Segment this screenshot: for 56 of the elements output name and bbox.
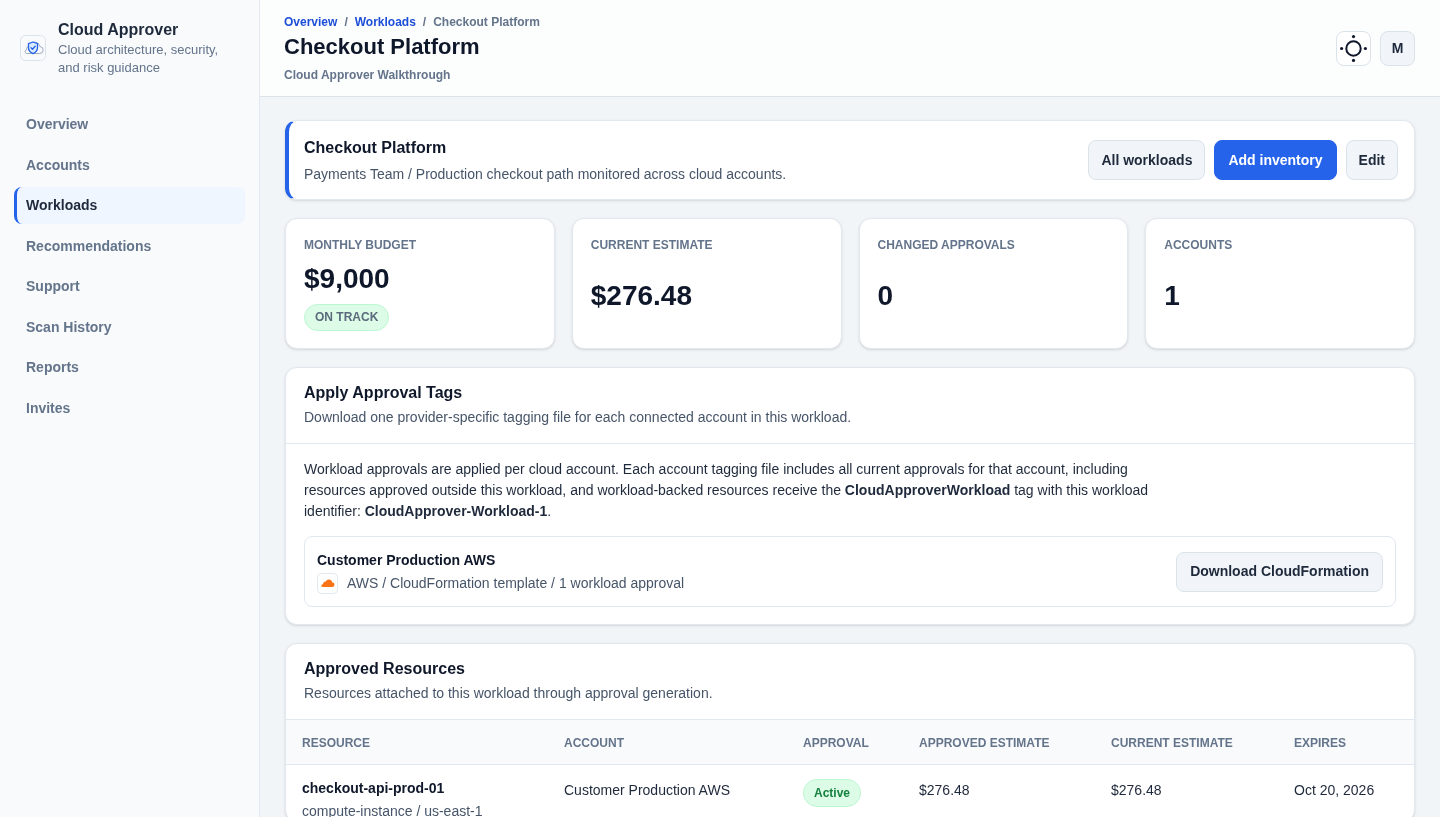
primary-action-button[interactable]: Add inventory [1214,140,1337,180]
account-name: Customer Production AWS [317,550,497,570]
breadcrumb-separator: / [344,13,348,30]
column-header: CURRENT ESTIMATE [1111,735,1233,750]
action-button[interactable]: Edit [1345,140,1398,180]
breadcrumb-link[interactable]: Workloads [354,13,416,30]
panel-description: Download one provider-specific tagging file for each connected account in this workload. [304,408,853,427]
avatar-button[interactable]: M [1380,30,1415,66]
column-header: ACCOUNT [564,735,624,750]
cloud-shield-icon [20,35,46,61]
sidebar-nav-item[interactable]: Support [14,268,245,305]
account-detail: AWS / CloudFormation template / 1 workload approval [347,574,685,593]
stat-value: 1 [1164,278,1180,313]
table-cell: Customer Production AWS [564,781,730,798]
breadcrumb-separator: / [422,13,427,30]
column-header: RESOURCE [302,735,370,750]
sidebar-nav-item[interactable]: Scan History [14,308,245,346]
sidebar-nav-item[interactable]: Workloads [14,187,245,224]
stat-label: CHANGED APPROVALS [877,237,1016,253]
column-header: APPROVAL [803,735,869,750]
page-title: Checkout Platform [284,32,481,61]
sidebar-nav-item[interactable]: Invites [14,389,245,427]
panel-description: Resources attached to this workload through approval generation. [304,684,714,703]
resource-name: checkout-api-prod-01 [302,778,446,798]
stat-label: ACCOUNTS [1164,237,1234,253]
breadcrumb-current: Checkout Platform [433,13,540,30]
action-button[interactable]: All workloads [1088,140,1206,180]
sun-icon [1340,34,1367,62]
stat-value: $9,000 [304,261,390,296]
table-cell: Oct 20, 2026 [1294,781,1375,798]
stat-value: 0 [877,278,894,313]
card-description: Payments Team / Production checkout path monitored across cloud accounts. [304,165,787,184]
stat-label: MONTHLY BUDGET [304,237,417,253]
table-cell: $276.48 [919,781,970,798]
column-header: EXPIRES [1294,735,1347,750]
theme-toggle-button[interactable] [1336,30,1371,66]
status-badge: ON TRACK [304,303,390,331]
card-title: Checkout Platform [304,138,448,158]
download-button[interactable]: Download CloudFormation [1176,551,1383,592]
stat-label: CURRENT ESTIMATE [590,237,714,253]
cloud-icon [317,572,338,594]
sidebar-nav-item[interactable]: Recommendations [14,227,245,265]
sidebar-nav-item[interactable]: Overview [14,106,245,143]
panel-title: Apply Approval Tags [304,383,464,403]
panel-title: Approved Resources [304,659,466,679]
sidebar-nav-item[interactable]: Accounts [14,146,245,184]
brand-title: Cloud Approver [58,20,180,40]
brand-tagline: Cloud architecture, security, and risk guidance [58,41,220,77]
table-cell: $276.48 [1111,781,1162,798]
sidebar-nav-item[interactable]: Reports [14,349,245,386]
stat-value: $276.48 [590,278,692,313]
status-badge: Active [803,778,862,807]
column-header: APPROVED ESTIMATE [919,735,1050,750]
page-subtitle: Cloud Approver Walkthrough [284,66,452,83]
tagging-explanation: Workload approvals are applied per cloud account. Each account tagging file includes all current approvals for that account, including resources approved outside this workload, and workload-backed resources receive the CloudApproverWorkload tag with this workload identifier: CloudApprover-Workload-1. [304,460,1149,521]
breadcrumb-link[interactable]: Overview [284,13,338,30]
